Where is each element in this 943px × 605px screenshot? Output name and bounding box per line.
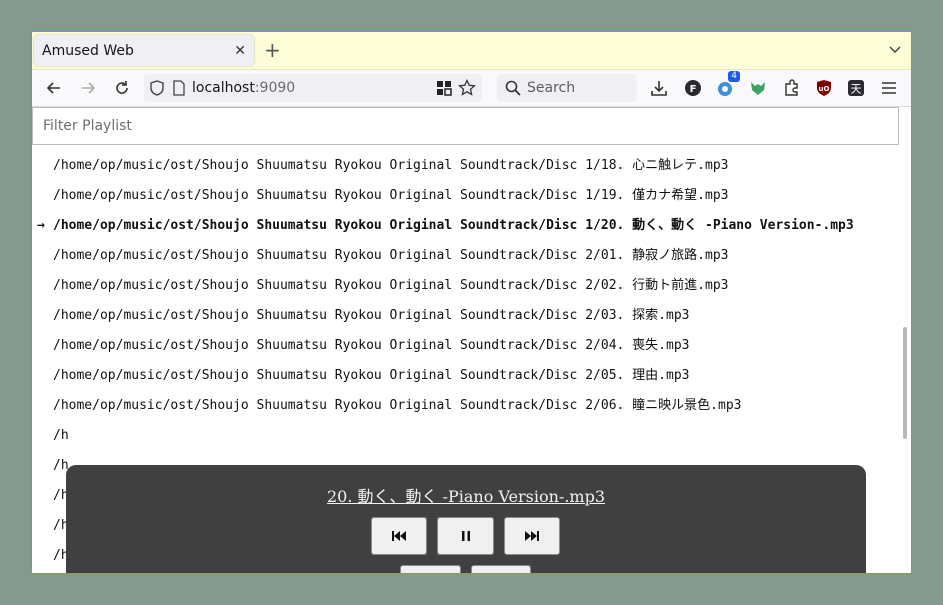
repeat-button[interactable] xyxy=(400,565,461,573)
svg-text:uO: uO xyxy=(819,85,830,93)
playlist-item-path: /home/op/music/ost/Shoujo Shuumatsu Ryok… xyxy=(53,398,742,413)
playlist-item-path: /home/op/music/ost/Shoujo Shuumatsu Ryok… xyxy=(53,368,690,383)
search-placeholder: Search xyxy=(527,80,576,96)
ublock-icon[interactable]: uO xyxy=(814,78,834,98)
scrollbar[interactable] xyxy=(901,145,909,573)
bookmark-star-icon[interactable] xyxy=(458,78,476,101)
filter-playlist-input[interactable] xyxy=(32,107,899,145)
playlist-item-path: /home/op/music/ost/Shoujo Shuumatsu Ryok… xyxy=(53,188,729,203)
scrollbar-thumb[interactable] xyxy=(903,327,907,439)
extension-fox-icon[interactable] xyxy=(748,78,768,98)
svg-text:天: 天 xyxy=(851,83,862,96)
menu-icon[interactable] xyxy=(879,78,899,98)
navigation-bar: localhost:9090 Search F 4 uO 天 xyxy=(32,70,911,107)
playlist-item-path: /home/op/music/ost/Shoujo Shuumatsu Ryok… xyxy=(53,338,690,353)
playlist-item[interactable]: /home/op/music/ost/Shoujo Shuumatsu Ryok… xyxy=(32,391,899,421)
skip-previous-icon xyxy=(392,531,406,541)
close-icon[interactable]: ✕ xyxy=(234,43,246,59)
back-button[interactable] xyxy=(43,77,65,99)
playlist-item[interactable]: /home/op/music/ost/Shoujo Shuumatsu Ryok… xyxy=(32,151,899,181)
extension-badge-count: 4 xyxy=(728,71,740,82)
url-text: localhost:9090 xyxy=(192,80,295,96)
extensions-puzzle-icon[interactable] xyxy=(782,78,802,98)
playlist-item[interactable]: /home/op/music/ost/Shoujo Shuumatsu Ryok… xyxy=(32,181,899,211)
player-panel: 20. 動く、動く -Piano Version-.mp3 xyxy=(66,465,866,573)
page-content: /home/op/music/ost/Shoujo Shuumatsu Ryok… xyxy=(32,107,911,573)
search-bar[interactable]: Search xyxy=(497,74,637,102)
svg-text:F: F xyxy=(690,84,697,95)
forward-button[interactable] xyxy=(77,77,99,99)
reload-button[interactable] xyxy=(111,77,133,99)
playlist-item-path: /home/op/music/ost/Shoujo Shuumatsu Ryok… xyxy=(53,308,690,323)
playlist-item-path: /home/op/music/ost/Shoujo Shuumatsu Ryok… xyxy=(53,248,729,263)
tab-title: Amused Web xyxy=(42,42,134,59)
playlist-item-path: /home/op/music/ost/Shoujo Shuumatsu Ryok… xyxy=(53,218,854,233)
playlist-item[interactable]: /home/op/music/ost/Shoujo Shuumatsu Ryok… xyxy=(32,241,899,271)
playlist-item-path: /home/op/music/ost/Shoujo Shuumatsu Ryok… xyxy=(53,278,729,293)
extension-kanji-icon[interactable]: 天 xyxy=(846,78,866,98)
playlist-item[interactable]: /home/op/music/ost/Shoujo Shuumatsu Ryok… xyxy=(32,361,899,391)
url-host: localhost xyxy=(192,80,255,96)
extension-f-icon[interactable]: F xyxy=(683,78,703,98)
previous-button[interactable] xyxy=(371,517,427,555)
forward-arrow-icon xyxy=(82,82,96,94)
playlist-item[interactable]: /home/op/music/ost/Shoujo Shuumatsu Ryok… xyxy=(32,301,899,331)
pause-button[interactable] xyxy=(437,517,494,555)
skip-next-icon xyxy=(525,531,539,541)
extension-badge-icon[interactable]: 4 xyxy=(716,71,740,98)
playlist-item-path: /home/op/music/ost/Shoujo Shuumatsu Ryok… xyxy=(53,158,729,173)
tab-bar: Amused Web ✕ + xyxy=(32,32,911,70)
page-icon[interactable] xyxy=(172,80,186,96)
shield-icon[interactable] xyxy=(150,80,164,96)
current-track-marker: → xyxy=(37,218,45,233)
playlist-item[interactable]: /home/op/music/ost/Shoujo Shuumatsu Ryok… xyxy=(32,271,899,301)
back-arrow-icon xyxy=(46,82,60,94)
chevron-down-icon[interactable] xyxy=(887,41,903,57)
url-bar[interactable]: localhost:9090 xyxy=(144,74,482,102)
reload-icon xyxy=(116,81,128,94)
download-icon[interactable] xyxy=(649,78,669,98)
playlist-item[interactable]: → /home/op/music/ost/Shoujo Shuumatsu Ryo… xyxy=(32,211,899,241)
url-port: :9090 xyxy=(254,80,296,96)
new-tab-button[interactable]: + xyxy=(264,40,281,60)
search-icon xyxy=(505,80,521,96)
next-button[interactable] xyxy=(504,517,560,555)
repeat-one-button[interactable] xyxy=(471,565,531,573)
pause-icon xyxy=(461,531,470,541)
extensions-grid-icon[interactable] xyxy=(436,80,452,100)
tab-amused-web[interactable]: Amused Web ✕ xyxy=(34,35,254,66)
playlist-item[interactable]: /h xyxy=(32,421,899,451)
playlist-item[interactable]: /home/op/music/ost/Shoujo Shuumatsu Ryok… xyxy=(32,331,899,361)
now-playing-title[interactable]: 20. 動く、動く -Piano Version-.mp3 xyxy=(66,483,866,507)
browser-window: Amused Web ✕ + localhost:9090 Search F 4… xyxy=(31,31,912,574)
playlist-item-path: /h xyxy=(53,428,69,443)
